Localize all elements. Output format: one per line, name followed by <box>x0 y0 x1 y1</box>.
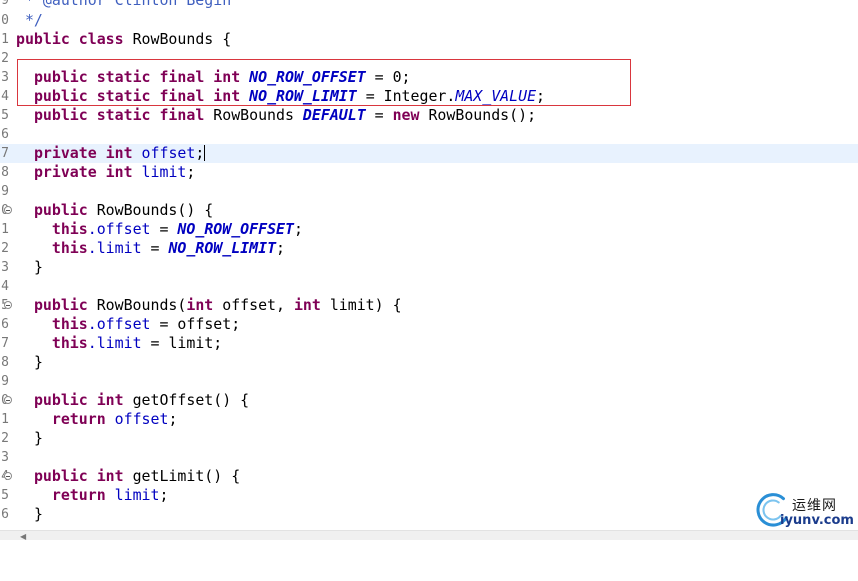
closing-brace: } <box>33 429 43 447</box>
code-line: 1 public class RowBounds { <box>0 30 858 49</box>
line-number: 6 <box>1 317 9 332</box>
code-line: 9 <box>0 182 858 201</box>
line-number: 3 <box>1 450 9 465</box>
watermark-chinese-text: 运维网 <box>792 498 837 514</box>
line-number: 9 <box>1 184 9 199</box>
line-number: 4 <box>1 279 9 294</box>
line-number: 6 <box>1 127 9 142</box>
line-number: 1 <box>1 412 9 427</box>
assignment-statement: this.limit = limit; <box>51 334 223 352</box>
fold-collapse-icon[interactable] <box>4 472 12 480</box>
method-declaration: public int getLimit() { <box>33 467 241 485</box>
return-statement: return offset; <box>51 410 178 428</box>
assignment-statement: this.offset = NO_ROW_OFFSET; <box>51 220 303 238</box>
line-number: 2 <box>1 241 9 256</box>
code-line: 6 } <box>0 505 858 524</box>
line-number: 6 <box>1 507 9 522</box>
code-line: 5 return limit; <box>0 486 858 505</box>
fold-collapse-icon[interactable] <box>4 206 12 214</box>
javadoc-comment: */ <box>16 11 43 29</box>
annotation-highlight-box <box>17 59 631 106</box>
closing-brace: } <box>33 505 43 523</box>
line-number: 2 <box>1 431 9 446</box>
code-line: 2 this.limit = NO_ROW_LIMIT; <box>0 239 858 258</box>
code-line: 0 public int getOffset() { <box>0 391 858 410</box>
code-line: 8 } <box>0 353 858 372</box>
code-editor[interactable]: 9 * @author Clinton Begin 0 */ 1 public … <box>0 0 858 530</box>
code-line: 4 public int getLimit() { <box>0 467 858 486</box>
fold-collapse-icon[interactable] <box>4 396 12 404</box>
code-line: 9 <box>0 372 858 391</box>
line-number: 0 <box>1 13 9 28</box>
line-number: 5 <box>1 488 9 503</box>
class-declaration: public class RowBounds { <box>16 30 232 48</box>
line-number: 8 <box>1 355 9 370</box>
assignment-statement: this.limit = NO_ROW_LIMIT; <box>51 239 286 257</box>
line-number: 8 <box>1 165 9 180</box>
code-line: 6 this.offset = offset; <box>0 315 858 334</box>
line-number: 1 <box>1 32 9 47</box>
code-line: 6 <box>0 125 858 144</box>
code-line: 3 <box>0 448 858 467</box>
code-line: 9 * @author Clinton Begin <box>0 0 858 10</box>
field-declaration: private int limit; <box>33 163 196 181</box>
return-statement: return limit; <box>51 486 169 504</box>
code-line: 1 this.offset = NO_ROW_OFFSET; <box>0 220 858 239</box>
line-number: 2 <box>1 51 9 66</box>
field-declaration: public static final RowBounds DEFAULT = … <box>33 106 537 124</box>
line-number: 1 <box>1 222 9 237</box>
code-line: 0 public RowBounds() { <box>0 201 858 220</box>
line-number: 9 <box>1 374 9 389</box>
code-line: 1 return offset; <box>0 410 858 429</box>
text-cursor <box>204 145 206 161</box>
code-line: 4 <box>0 277 858 296</box>
fold-collapse-icon[interactable] <box>4 301 12 309</box>
line-number: 7 <box>1 336 9 351</box>
code-line: 2 } <box>0 429 858 448</box>
line-number: 5 <box>1 108 9 123</box>
line-number: 3 <box>1 260 9 275</box>
constructor-declaration: public RowBounds() { <box>33 201 214 219</box>
method-declaration: public int getOffset() { <box>33 391 250 409</box>
constructor-declaration: public RowBounds(int offset, int limit) … <box>33 296 402 314</box>
code-line: 0 */ <box>0 11 858 30</box>
assignment-statement: this.offset = offset; <box>51 315 241 333</box>
code-line: 7 this.limit = limit; <box>0 334 858 353</box>
closing-brace: } <box>33 258 43 276</box>
code-line: 3 } <box>0 258 858 277</box>
line-number: 7 <box>1 146 9 161</box>
line-number: 9 <box>1 0 9 8</box>
current-code-line[interactable]: 7 private int offset; <box>0 144 858 163</box>
scroll-left-arrow-icon[interactable]: ◀ <box>20 532 26 541</box>
code-line: 5 public static final RowBounds DEFAULT … <box>0 106 858 125</box>
field-declaration: private int offset; <box>33 144 206 162</box>
watermark: 运维网 iyunv.com <box>752 491 858 531</box>
javadoc-comment: * @author Clinton Begin <box>16 0 232 9</box>
code-line: 8 private int limit; <box>0 163 858 182</box>
watermark-url: iyunv.com <box>780 513 854 528</box>
closing-brace: } <box>33 353 43 371</box>
line-number: 4 <box>1 89 9 104</box>
code-line: 5 public RowBounds(int offset, int limit… <box>0 296 858 315</box>
line-number: 3 <box>1 70 9 85</box>
